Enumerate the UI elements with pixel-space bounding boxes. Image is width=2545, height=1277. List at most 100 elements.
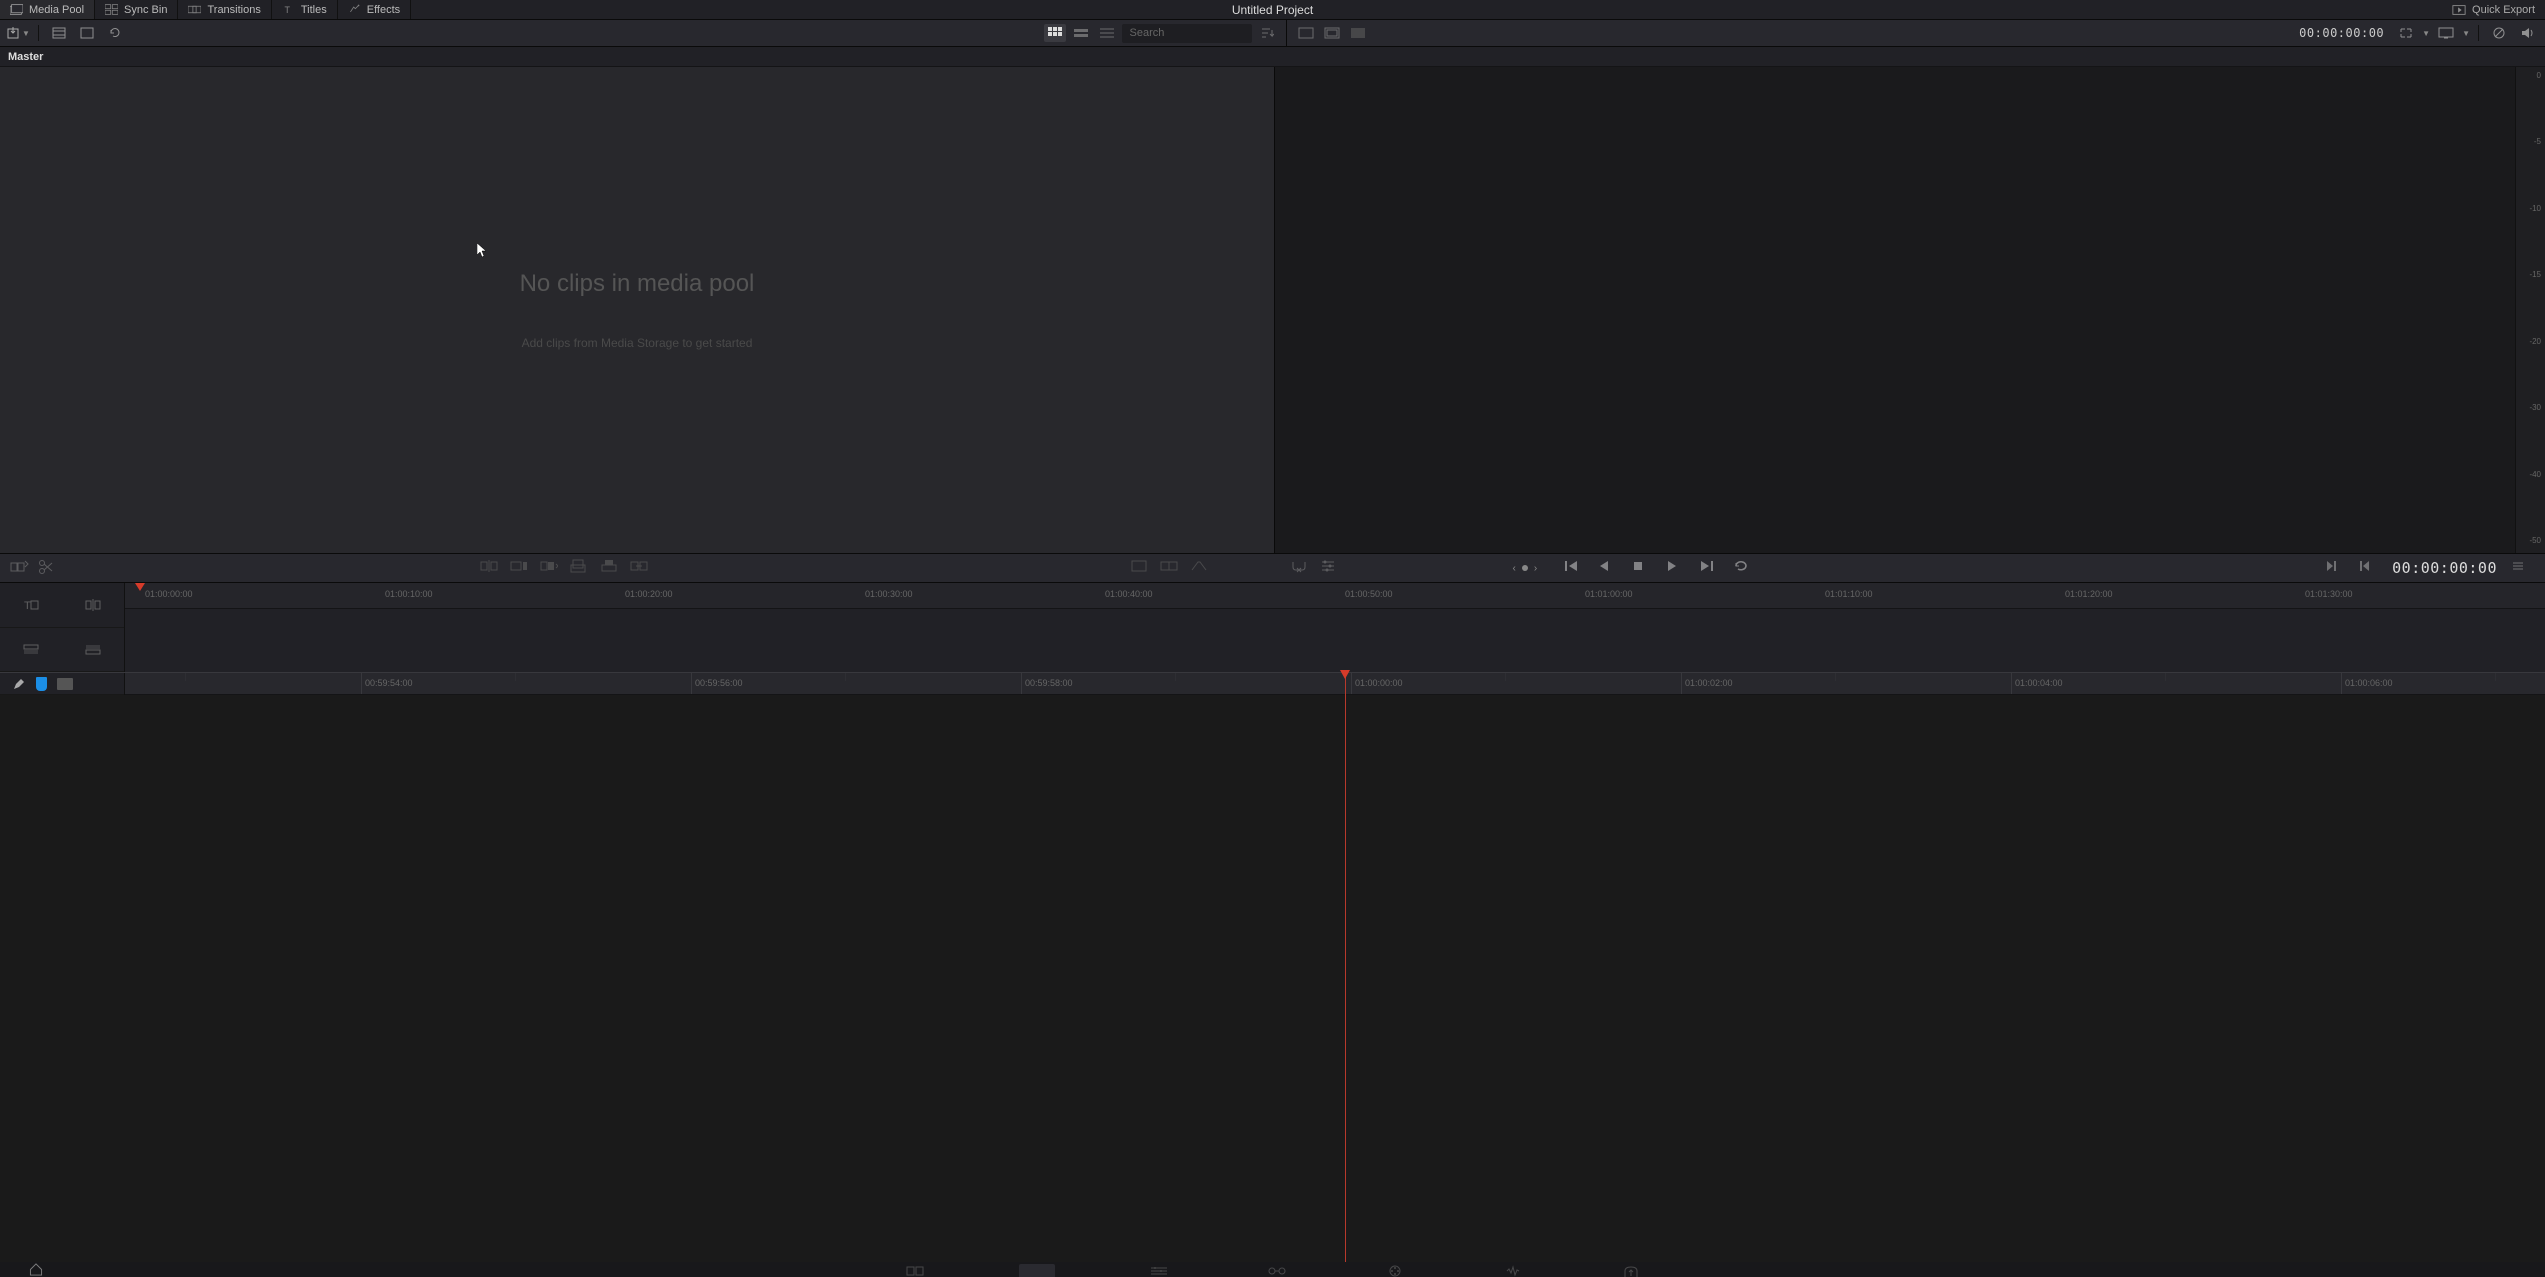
chevron-down-icon[interactable]: ▼	[2422, 29, 2430, 38]
timeline-menu-button[interactable]	[2511, 559, 2531, 577]
chevron-down-icon[interactable]: ▼	[2462, 29, 2470, 38]
lower-ruler[interactable]: 00:59:54:0000:59:56:0000:59:58:0001:00:0…	[125, 673, 2545, 695]
bin-name: Master	[8, 51, 43, 63]
append-button[interactable]	[510, 559, 530, 577]
lower-playhead[interactable]	[1345, 673, 1346, 1265]
meter-level: -15	[2516, 270, 2545, 279]
audio-meter: 0 -5 -10 -15 -20 -30 -40 -50	[2515, 67, 2545, 553]
close-up-button[interactable]	[570, 559, 590, 577]
main-content: No clips in media pool Add clips from Me…	[0, 67, 2545, 553]
viewer-timecode: 00:00:00:00	[2293, 26, 2390, 40]
sync-bin-icon	[105, 4, 118, 15]
page-color[interactable]	[1381, 1264, 1409, 1277]
monitor-button[interactable]	[2434, 23, 2458, 43]
tab-sync-bin[interactable]: Sync Bin	[95, 0, 178, 19]
lower-timeline: 00:59:54:0000:59:56:0000:59:58:0001:00:0…	[0, 673, 2545, 695]
resolution-button[interactable]	[2394, 23, 2418, 43]
speaker-icon	[2520, 26, 2534, 40]
split-clip-button[interactable]	[38, 559, 58, 577]
chevron-down-icon: ▼	[22, 29, 30, 38]
play-button[interactable]	[1665, 559, 1685, 577]
video-track-button[interactable]	[19, 637, 43, 661]
ruler-tick-label: 01:00:02:00	[1685, 678, 1733, 688]
bypass-button[interactable]	[2487, 23, 2511, 43]
home-icon[interactable]	[28, 1263, 44, 1276]
ruler-minor-tick	[1835, 673, 1836, 681]
page-fusion[interactable]	[1263, 1264, 1291, 1277]
page-media[interactable]	[901, 1264, 929, 1277]
transport-timecode[interactable]: 00:00:00:00	[2392, 559, 2497, 577]
prev-edit-small[interactable]: ‹	[1513, 563, 1516, 574]
refresh-button[interactable]	[103, 23, 127, 43]
thumbnail-view-button[interactable]	[1044, 24, 1066, 42]
jump-start-button[interactable]	[1563, 559, 1583, 577]
meter-level: -30	[2516, 403, 2545, 412]
next-clip-button[interactable]	[2324, 559, 2344, 577]
ripple-overwrite-button[interactable]	[540, 559, 560, 577]
loop-button[interactable]	[1733, 559, 1753, 577]
page-fairlight[interactable]	[1499, 1264, 1527, 1277]
sort-button[interactable]	[1256, 24, 1278, 42]
audio-track-button[interactable]	[81, 637, 105, 661]
boring-detector-button[interactable]	[10, 559, 30, 577]
meter-level: 0	[2516, 71, 2545, 80]
trim-mode-button[interactable]	[81, 593, 105, 617]
ruler-major-tick	[361, 673, 362, 694]
timeline-options-button[interactable]	[1320, 559, 1340, 577]
marker-color-button[interactable]	[36, 677, 47, 691]
top-tabs: Media Pool Sync Bin Transitions T Titles…	[0, 0, 411, 19]
title-safe-button[interactable]: T	[19, 593, 43, 617]
jump-end-button[interactable]	[1699, 559, 1719, 577]
tools-dropdown[interactable]	[1130, 559, 1150, 577]
draw-tool-icon[interactable]	[12, 677, 26, 691]
flag-button[interactable]	[57, 678, 73, 690]
empty-state-subtitle: Add clips from Media Storage to get star…	[522, 336, 753, 350]
single-viewer-button[interactable]	[1295, 24, 1317, 42]
sort-icon	[1260, 27, 1274, 39]
tab-effects[interactable]: Effects	[338, 0, 411, 19]
next-edit-small[interactable]: ›	[1534, 563, 1537, 574]
upper-ruler-track[interactable]: 01:00:00:0001:00:10:0001:00:20:0001:00:3…	[125, 583, 2545, 672]
play-reverse-button[interactable]	[1597, 559, 1617, 577]
svg-text:T: T	[284, 5, 290, 15]
fullscreen-icon	[80, 27, 94, 39]
transition-button[interactable]	[1160, 559, 1180, 577]
strip-view-button[interactable]	[1070, 24, 1092, 42]
snap-button[interactable]	[1290, 559, 1310, 577]
tab-transitions[interactable]: Transitions	[178, 0, 271, 19]
lower-track-area[interactable]: 00:59:54:0000:59:56:0000:59:58:0001:00:0…	[125, 673, 2545, 695]
prev-clip-button[interactable]	[2358, 559, 2378, 577]
timeline-area: T 01:00:00:0001:00:10:0001:00:20:0001:00…	[0, 583, 2545, 695]
timeline-sidebar-lower	[0, 673, 125, 695]
search-input[interactable]	[1122, 24, 1252, 43]
quick-export-button[interactable]: Quick Export	[2452, 4, 2545, 16]
stop-button[interactable]	[1631, 559, 1651, 577]
strip-icon	[1074, 27, 1088, 39]
tab-titles[interactable]: T Titles	[272, 0, 338, 19]
bin-path-bar[interactable]: Master	[0, 47, 2545, 67]
transitions-icon	[188, 4, 201, 15]
upper-ruler[interactable]: 01:00:00:0001:00:10:0001:00:20:0001:00:3…	[125, 583, 2545, 609]
viewer-pane[interactable]: 0 -5 -10 -15 -20 -30 -40 -50	[1275, 67, 2545, 553]
source-overwrite-button[interactable]	[630, 559, 650, 577]
tab-label: Titles	[301, 4, 327, 16]
page-cut[interactable]	[1019, 1264, 1055, 1277]
viewer-overlay-button[interactable]	[1347, 24, 1369, 42]
tab-media-pool[interactable]: Media Pool	[0, 0, 95, 19]
dissolve-button[interactable]	[1190, 559, 1210, 577]
upper-playhead[interactable]	[135, 583, 145, 591]
quick-export-label: Quick Export	[2472, 4, 2535, 16]
place-on-top-button[interactable]	[600, 559, 620, 577]
safe-area-button[interactable]	[1321, 24, 1343, 42]
list-view-button[interactable]	[1096, 24, 1118, 42]
media-pool-pane[interactable]: No clips in media pool Add clips from Me…	[0, 67, 1275, 553]
tab-label: Effects	[367, 4, 400, 16]
meter-level: -20	[2516, 337, 2545, 346]
source-tape-button[interactable]	[47, 23, 71, 43]
audio-meter-button[interactable]	[2515, 23, 2539, 43]
page-deliver[interactable]	[1617, 1264, 1645, 1277]
smart-insert-button[interactable]	[480, 559, 500, 577]
fullscreen-button[interactable]	[75, 23, 99, 43]
import-menu[interactable]: ▼	[6, 26, 30, 40]
page-edit[interactable]	[1145, 1264, 1173, 1277]
